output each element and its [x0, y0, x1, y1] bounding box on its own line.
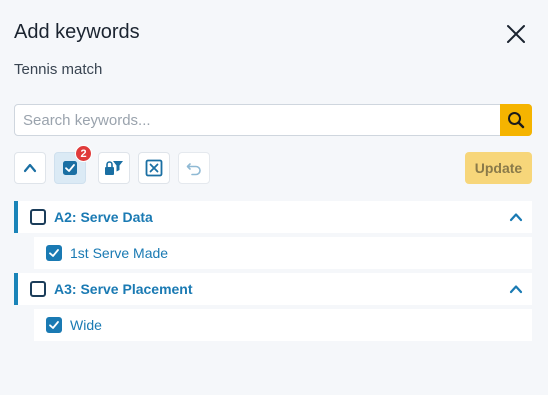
lock-filter-button[interactable] [98, 152, 130, 184]
chevron-up-icon[interactable] [508, 281, 524, 297]
undo-icon [186, 163, 201, 176]
clear-selection-button[interactable] [138, 152, 170, 184]
search-input[interactable] [15, 105, 501, 135]
item-checkbox[interactable] [46, 317, 62, 333]
add-keywords-dialog: Add keywords Tennis match 2 [0, 0, 548, 395]
search-button[interactable] [500, 104, 532, 136]
item-label: Wide [70, 317, 102, 333]
lock-filter-icon [105, 161, 123, 175]
search-box [14, 104, 532, 136]
item-label: 1st Serve Made [70, 245, 169, 261]
group-label: A2: Serve Data [54, 209, 153, 225]
search-icon [508, 112, 525, 129]
show-selected-button[interactable]: 2 [54, 145, 92, 184]
keyword-item[interactable]: Wide [34, 309, 532, 341]
checkmark-icon [49, 249, 59, 257]
chevron-up-icon[interactable] [508, 209, 524, 225]
keyword-item[interactable]: 1st Serve Made [34, 237, 532, 269]
close-button[interactable] [502, 20, 530, 48]
keyword-group-a3[interactable]: A3: Serve Placement [14, 273, 532, 305]
checkbox-checked-icon [63, 161, 77, 175]
dialog-subtitle: Tennis match [14, 61, 103, 78]
dialog-title: Add keywords [14, 21, 140, 43]
group-label: A3: Serve Placement [54, 281, 193, 297]
group-checkbox[interactable] [30, 209, 46, 225]
keyword-group-a2[interactable]: A2: Serve Data [14, 201, 532, 233]
collapse-all-button[interactable] [14, 152, 46, 184]
group-checkbox[interactable] [30, 281, 46, 297]
close-icon [507, 25, 525, 43]
close-box-icon [145, 159, 163, 177]
update-button[interactable]: Update [465, 152, 532, 184]
undo-button[interactable] [178, 152, 210, 184]
selected-count-badge: 2 [75, 145, 92, 162]
item-checkbox[interactable] [46, 245, 62, 261]
checkmark-icon [49, 321, 59, 329]
chevron-up-icon [23, 163, 37, 173]
